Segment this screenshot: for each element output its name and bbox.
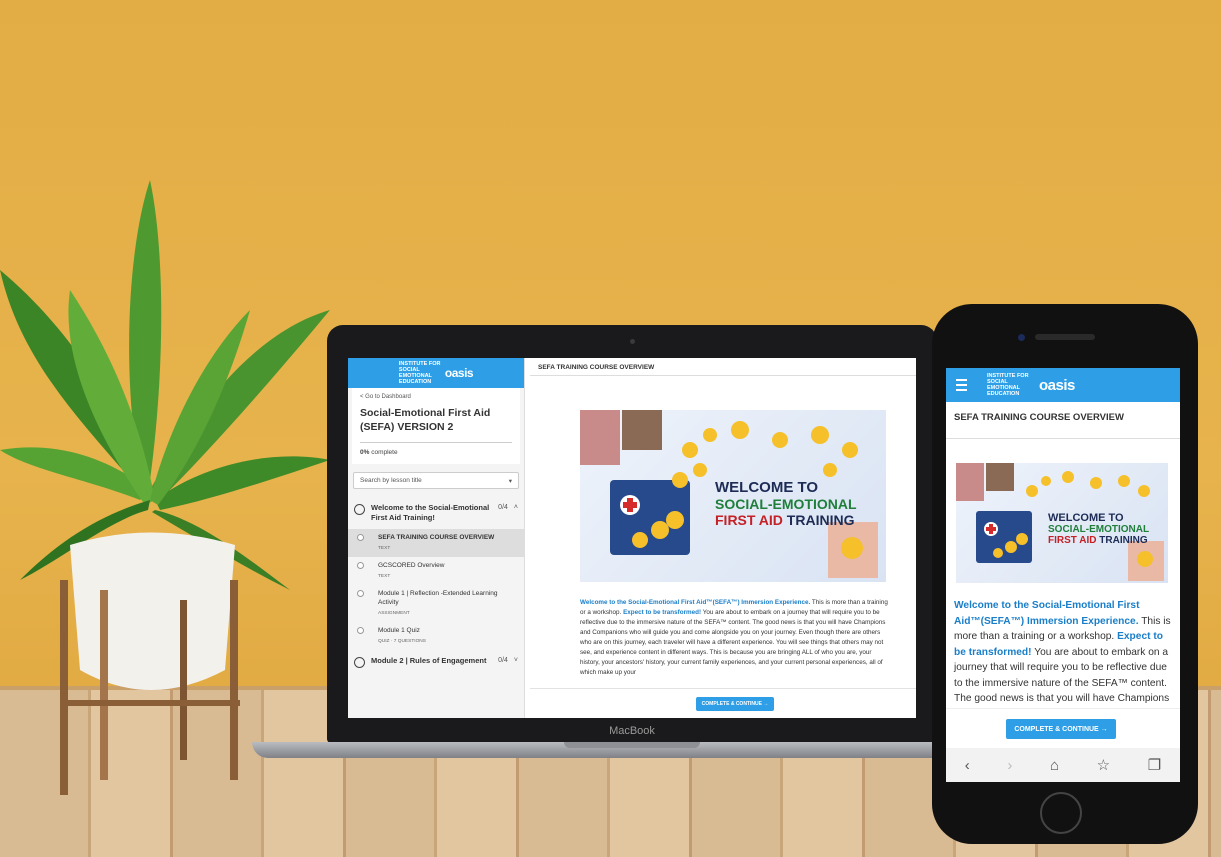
lesson-dot-icon bbox=[357, 562, 364, 569]
complete-continue-button[interactable]: COMPLETE & CONTINUE → bbox=[1006, 719, 1116, 739]
lesson-item[interactable]: SEFA TRAINING COURSE OVERVIEW TEXT bbox=[348, 529, 524, 557]
welcome-banner-image: WELCOME TO SOCIAL-EMOTIONAL FIRST AID TR… bbox=[580, 410, 886, 582]
chevron-down-icon[interactable]: ˅ bbox=[514, 656, 518, 666]
lesson-header: SEFA TRAINING COURSE OVERVIEW bbox=[530, 358, 916, 376]
course-sidebar: INSTITUTE FOR SOCIAL EMOTIONAL EDUCATION… bbox=[348, 358, 525, 718]
brand-logo[interactable]: INSTITUTE FOR SOCIAL EMOTIONAL EDUCATION… bbox=[987, 373, 1075, 397]
module-item[interactable]: Module 2 | Rules of Engagement 0/4 ˅ bbox=[348, 650, 524, 674]
phone-header: INSTITUTE FOR SOCIAL EMOTIONAL EDUCATION… bbox=[946, 368, 1180, 402]
progress-percent: 0% bbox=[360, 449, 370, 456]
module-count: 0/4 bbox=[498, 657, 508, 664]
logo-big-text: oasis bbox=[444, 366, 474, 380]
brand-logo[interactable]: INSTITUTE FOR SOCIAL EMOTIONAL EDUCATION… bbox=[398, 361, 474, 385]
course-card: < Go to Dashboard Social-Emotional First… bbox=[352, 388, 520, 464]
lesson-item[interactable]: GCSCORED Overview TEXT bbox=[348, 557, 524, 585]
lesson-type: TEXT bbox=[378, 574, 391, 579]
potted-plant-image bbox=[0, 180, 330, 795]
banner-line3b: TRAINING bbox=[1096, 535, 1148, 546]
go-to-dashboard-link[interactable]: < Go to Dashboard bbox=[360, 394, 512, 400]
banner-line2: SOCIAL-EMOTIONAL bbox=[715, 496, 857, 512]
banner-line2: SOCIAL-EMOTIONAL bbox=[1048, 524, 1150, 535]
module-count: 0/4 bbox=[498, 504, 508, 511]
phone-speaker bbox=[1035, 334, 1095, 340]
macbook-base bbox=[252, 742, 1012, 758]
favorite-star-icon[interactable]: ☆ bbox=[1097, 756, 1110, 774]
intro-highlight-2: Expect to be transformed! bbox=[623, 609, 702, 616]
module-item[interactable]: Welcome to the Social-Emotional First Ai… bbox=[348, 497, 524, 529]
logo-big-text: oasis bbox=[1039, 376, 1075, 394]
lesson-type: QUIZ · 7 QUESTIONS bbox=[378, 639, 426, 644]
chevron-up-icon[interactable]: ˄ bbox=[514, 503, 518, 513]
module-title: Module 2 | Rules of Engagement bbox=[371, 656, 487, 665]
phone-screen: INSTITUTE FOR SOCIAL EMOTIONAL EDUCATION… bbox=[946, 368, 1180, 782]
progress-bar bbox=[360, 442, 512, 443]
lesson-dot-icon bbox=[357, 590, 364, 597]
lesson-content: SEFA TRAINING COURSE OVERVIEW WELCOME TO… bbox=[530, 358, 916, 718]
lesson-title: Module 1 Quiz bbox=[378, 627, 420, 634]
banner-line1: WELCOME TO bbox=[715, 479, 819, 496]
phone-footer: COMPLETE & CONTINUE → bbox=[946, 708, 1180, 743]
phone-camera bbox=[1018, 334, 1025, 341]
intro-highlight: Welcome to the Social-Emotional First Ai… bbox=[954, 600, 1140, 627]
lesson-title: SEFA TRAINING COURSE OVERVIEW bbox=[378, 534, 495, 541]
phone-intro-text: Welcome to the Social-Emotional First Ai… bbox=[954, 598, 1174, 707]
logo-small-text: INSTITUTE FOR SOCIAL EMOTIONAL EDUCATION bbox=[987, 373, 1029, 397]
lesson-item[interactable]: Module 1 Quiz QUIZ · 7 QUESTIONS bbox=[348, 622, 524, 650]
lesson-title: GCSCORED Overview bbox=[378, 562, 445, 569]
progress-suffix: complete bbox=[371, 449, 398, 456]
home-button[interactable] bbox=[1040, 792, 1082, 834]
macbook-lid: INSTITUTE FOR SOCIAL EMOTIONAL EDUCATION… bbox=[327, 325, 937, 743]
status-circle-icon bbox=[354, 504, 365, 515]
back-arrow-icon[interactable]: ‹ bbox=[965, 757, 970, 774]
lesson-type: ASSIGNMENT bbox=[378, 611, 410, 616]
hamburger-menu-icon[interactable] bbox=[956, 379, 967, 391]
lesson-dot-icon bbox=[357, 627, 364, 634]
status-circle-icon bbox=[354, 657, 365, 668]
logo-small-text: INSTITUTE FOR SOCIAL EMOTIONAL EDUCATION bbox=[398, 361, 441, 385]
lesson-type: TEXT bbox=[378, 546, 391, 551]
course-title: Social-Emotional First Aid (SEFA) VERSIO… bbox=[360, 407, 491, 433]
smartphone: INSTITUTE FOR SOCIAL EMOTIONAL EDUCATION… bbox=[932, 304, 1198, 844]
lesson-footer: COMPLETE & CONTINUE → bbox=[530, 688, 916, 718]
banner-line3b: TRAINING bbox=[782, 512, 855, 528]
lesson-title: Module 1 | Reflection -Extended Learning… bbox=[378, 590, 498, 606]
chevron-down-icon: ▾ bbox=[508, 477, 512, 485]
intro-part-2: You are about to embark on a journey tha… bbox=[580, 609, 886, 676]
lesson-dot-icon bbox=[357, 534, 364, 541]
intro-highlight: Welcome to the Social-Emotional First Ai… bbox=[580, 599, 811, 606]
phone-section-title: SEFA TRAINING COURSE OVERVIEW bbox=[946, 402, 1180, 439]
sidebar-header: INSTITUTE FOR SOCIAL EMOTIONAL EDUCATION… bbox=[348, 358, 524, 388]
lesson-item[interactable]: Module 1 | Reflection -Extended Learning… bbox=[348, 585, 524, 622]
complete-continue-button[interactable]: COMPLETE & CONTINUE → bbox=[696, 697, 774, 711]
laptop-camera bbox=[630, 339, 635, 344]
module-title: Welcome to the Social-Emotional First Ai… bbox=[371, 503, 490, 522]
search-placeholder: Search by lesson title bbox=[360, 477, 422, 484]
browser-nav-bar: ‹ › ⌂ ☆ ❐ bbox=[946, 748, 1180, 782]
progress-text: 0% complete bbox=[360, 449, 512, 456]
laptop-screen: INSTITUTE FOR SOCIAL EMOTIONAL EDUCATION… bbox=[348, 358, 916, 718]
macbook-label: MacBook bbox=[609, 725, 655, 737]
forward-arrow-icon[interactable]: › bbox=[1007, 757, 1012, 774]
home-icon[interactable]: ⌂ bbox=[1050, 757, 1059, 774]
banner-line1: WELCOME TO bbox=[1048, 512, 1124, 524]
welcome-banner-image: WELCOME TO SOCIAL-EMOTIONAL FIRST AID TR… bbox=[956, 463, 1168, 583]
intro-text: Welcome to the Social-Emotional First Ai… bbox=[580, 598, 890, 678]
banner-line3a: FIRST AID bbox=[1048, 535, 1097, 546]
banner-line3a: FIRST AID bbox=[715, 512, 783, 528]
lesson-search-dropdown[interactable]: Search by lesson title ▾ bbox=[353, 472, 519, 489]
tabs-icon[interactable]: ❐ bbox=[1148, 756, 1161, 774]
